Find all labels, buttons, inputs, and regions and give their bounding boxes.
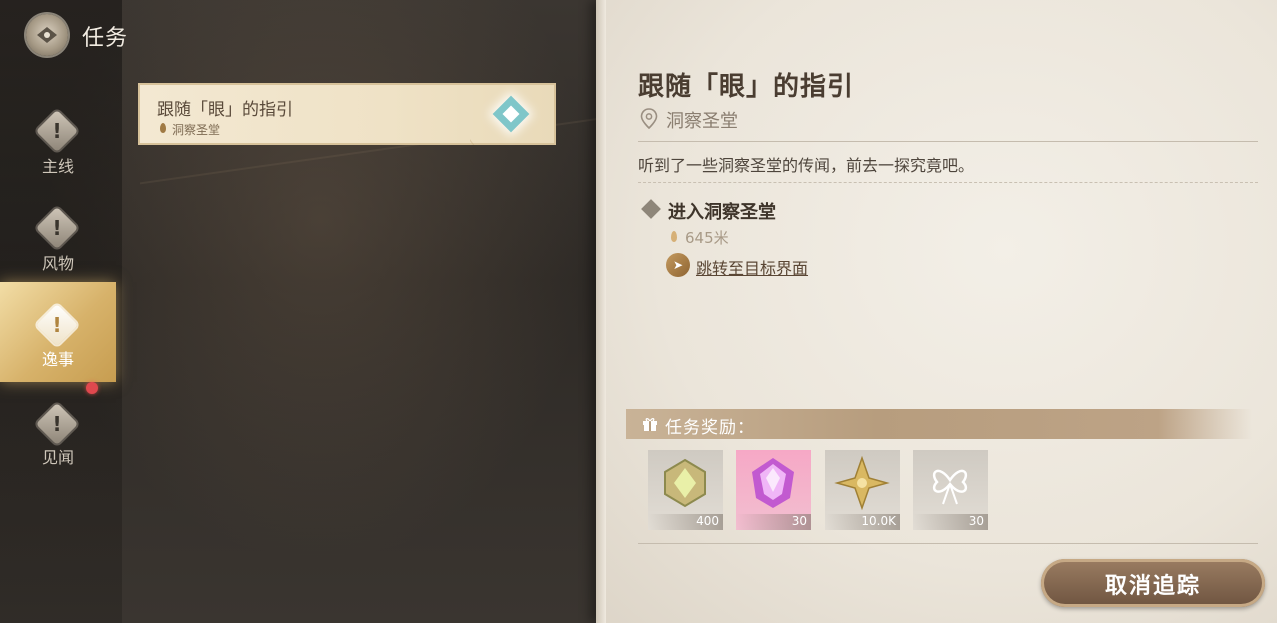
distance-pin-icon — [671, 231, 677, 242]
reward-slot[interactable]: 400 — [648, 450, 723, 530]
objective-title: 进入洞察圣堂 — [668, 202, 776, 223]
reward-count: 10.0K — [861, 514, 896, 528]
page-title: 任务 — [82, 26, 129, 51]
reward-slot[interactable]: 30 — [736, 450, 811, 530]
nav-item-encounter[interactable]: ! 见闻 — [0, 398, 116, 488]
gift-icon — [643, 418, 657, 431]
detail-location: 洞察圣堂 — [666, 111, 738, 132]
reward-slot[interactable]: 10.0K — [825, 450, 900, 530]
detail-title: 跟随「眼」的指引 — [638, 72, 855, 102]
notification-dot — [86, 382, 98, 394]
quest-location: 洞察圣堂 — [172, 123, 221, 137]
nav-label: 见闻 — [41, 448, 74, 467]
exclamation-icon: ! — [35, 206, 79, 250]
exclamation-icon: ! — [35, 303, 79, 347]
divider — [638, 141, 1258, 142]
nav-item-world[interactable]: ! 风物 — [0, 202, 116, 292]
reward-slot[interactable]: 30 — [913, 450, 988, 530]
location-pin-icon — [160, 123, 166, 133]
nav-label: 主线 — [41, 157, 74, 176]
detail-description: 听到了一些洞察圣堂的传闻，前去一探究竟吧。 — [638, 156, 975, 175]
jump-to-target-link[interactable]: 跳转至目标界面 — [696, 255, 808, 279]
cancel-tracking-button[interactable]: 取消追踪 — [1041, 559, 1265, 607]
location-pin-icon — [640, 108, 658, 130]
quest-title: 跟随「眼」的指引 — [157, 100, 293, 120]
nav-label: 逸事 — [41, 350, 74, 369]
divider — [638, 182, 1258, 183]
jump-arrow-icon[interactable]: ➤ — [666, 253, 690, 277]
adventure-exp-icon — [664, 458, 706, 508]
reward-count: 30 — [791, 514, 807, 528]
nav-item-main[interactable]: ! 主线 — [0, 105, 116, 195]
primogem-icon — [752, 458, 794, 508]
reward-count: 400 — [696, 514, 719, 528]
objective-distance: 645米 — [685, 229, 729, 247]
mora-icon — [834, 455, 890, 511]
panel-edge — [596, 0, 606, 623]
nav-label: 风物 — [41, 254, 74, 273]
divider — [638, 543, 1258, 544]
card-decoration — [470, 83, 556, 145]
menu-logo-icon[interactable] — [26, 14, 68, 56]
exclamation-icon: ! — [35, 109, 79, 153]
reward-count: 30 — [968, 514, 984, 528]
cancel-tracking-label: 取消追踪 — [1104, 574, 1201, 599]
exclamation-icon: ! — [35, 402, 79, 446]
companionship-exp-icon — [932, 469, 968, 505]
nav-item-anecdote[interactable]: ! 逸事 — [0, 282, 116, 382]
rewards-label: 任务奖励： — [665, 418, 755, 438]
